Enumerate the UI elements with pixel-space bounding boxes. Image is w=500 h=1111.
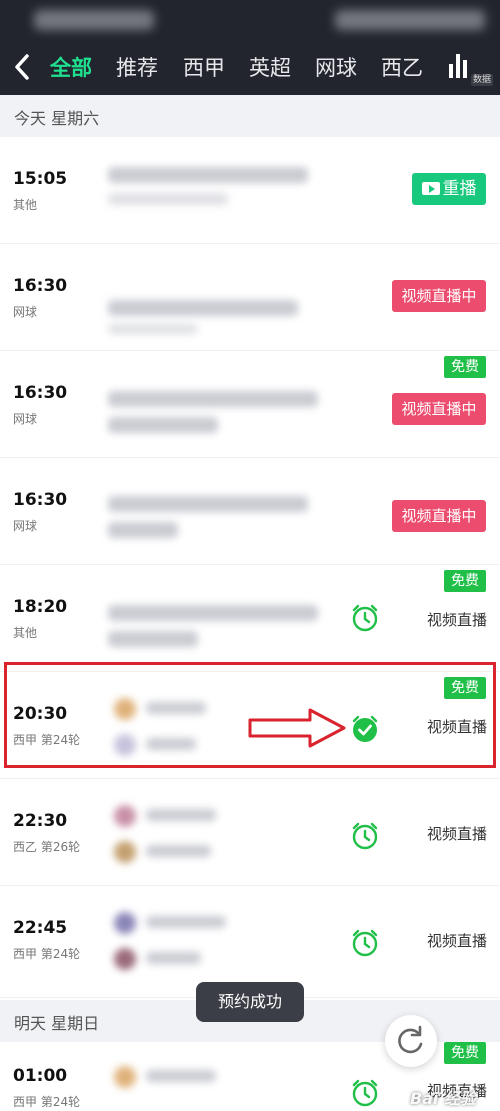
tab-recommended[interactable]: 推荐 <box>116 54 158 82</box>
match-row[interactable]: 16:30 网球 免费 视频直播中 <box>0 351 500 458</box>
pointer-arrow-icon <box>248 708 346 748</box>
replay-label: 重播 <box>442 179 477 199</box>
alarm-clock-icon[interactable] <box>350 821 380 851</box>
match-category: 网球 <box>13 305 38 319</box>
match-row[interactable]: 18:20 其他 免费 视频直播 <box>0 565 500 672</box>
match-category: 网球 <box>13 519 38 533</box>
match-round: 西乙 第26轮 <box>13 840 81 854</box>
match-row[interactable]: 16:30 网球 视频直播中 <box>0 458 500 565</box>
alarm-clock-icon[interactable] <box>350 1078 380 1108</box>
day-header-today: 今天 星期六 <box>0 95 500 137</box>
day-label: 明天 星期日 <box>14 1014 100 1033</box>
match-time: 16:30 <box>13 383 68 403</box>
alarm-clock-icon[interactable] <box>350 928 380 958</box>
match-teams-blurred <box>100 369 330 439</box>
day-label: 今天 星期六 <box>14 109 100 128</box>
match-time: 01:00 <box>13 1066 68 1086</box>
watermark: Bai 经验 <box>409 1089 476 1108</box>
match-category: 其他 <box>13 626 38 640</box>
video-live-link[interactable]: 视频直播 <box>427 823 487 844</box>
match-time: 18:20 <box>13 597 68 617</box>
match-category: 网球 <box>13 412 38 426</box>
data-label: 数据 <box>470 74 493 86</box>
free-badge: 免费 <box>444 356 486 378</box>
match-time: 22:30 <box>13 811 68 831</box>
match-teams-blurred <box>100 797 330 867</box>
status-bar-left-blurred <box>34 10 154 30</box>
tab-segunda[interactable]: 西乙 <box>381 54 423 82</box>
match-row[interactable]: 22:30 西乙 第26轮 视频直播 <box>0 779 500 886</box>
match-teams-blurred <box>100 155 330 225</box>
refresh-icon <box>398 1025 423 1054</box>
match-time: 16:30 <box>13 276 68 296</box>
match-teams-blurred <box>100 1052 330 1111</box>
status-bar <box>0 0 500 40</box>
refresh-button[interactable] <box>385 1015 437 1067</box>
live-video-button[interactable]: 视频直播中 <box>392 393 486 425</box>
alarm-clock-icon[interactable] <box>350 603 380 633</box>
top-bar: 全部 推荐 西甲 英超 网球 西乙 数据 <box>0 0 500 95</box>
match-category: 其他 <box>13 198 38 212</box>
tab-tennis[interactable]: 网球 <box>315 54 357 82</box>
match-teams-blurred <box>100 904 330 974</box>
match-time: 16:30 <box>13 490 68 510</box>
play-icon <box>421 182 440 195</box>
bar-chart-icon <box>449 54 467 78</box>
match-row[interactable]: 15:05 其他 重播 <box>0 137 500 244</box>
match-round: 西甲 第24轮 <box>13 1095 81 1109</box>
match-teams-blurred <box>100 262 330 334</box>
data-stats-button[interactable]: 数据 <box>445 50 493 86</box>
live-video-button[interactable]: 视频直播中 <box>392 280 486 312</box>
replay-button[interactable]: 重播 <box>412 173 486 205</box>
video-live-link[interactable]: 视频直播 <box>427 609 487 630</box>
back-arrow-icon[interactable] <box>10 50 34 84</box>
free-badge: 免费 <box>444 570 486 592</box>
tab-premier-league[interactable]: 英超 <box>249 54 291 82</box>
match-time: 22:45 <box>13 918 68 938</box>
video-live-link[interactable]: 视频直播 <box>427 930 487 951</box>
match-time: 15:05 <box>13 169 68 189</box>
match-teams-blurred <box>100 583 330 653</box>
status-bar-right-blurred <box>335 10 485 30</box>
live-video-button[interactable]: 视频直播中 <box>392 500 486 532</box>
tab-all[interactable]: 全部 <box>50 54 92 82</box>
free-badge: 免费 <box>444 1042 486 1064</box>
match-round: 西甲 第24轮 <box>13 947 81 961</box>
tab-la-liga[interactable]: 西甲 <box>183 54 225 82</box>
match-row[interactable]: 16:30 网球 视频直播中 <box>0 244 500 351</box>
toast-message: 预约成功 <box>196 982 304 1022</box>
category-nav: 全部 推荐 西甲 英超 网球 西乙 数据 <box>0 42 500 92</box>
match-teams-blurred <box>100 476 330 546</box>
